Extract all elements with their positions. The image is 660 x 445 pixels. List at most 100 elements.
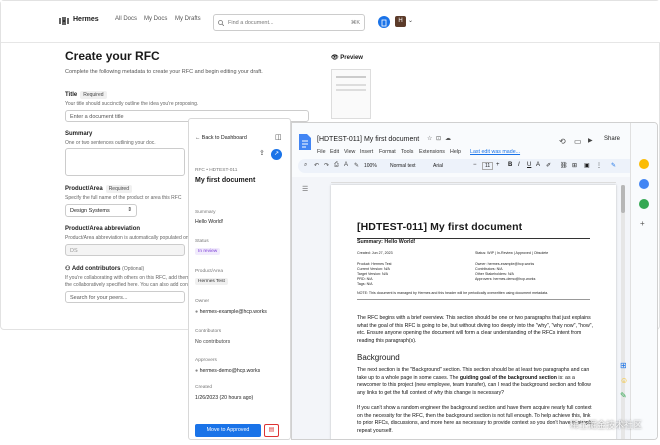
undo-icon[interactable]: ↶: [314, 162, 319, 169]
menu-insert[interactable]: Insert: [360, 149, 373, 155]
open-link-icon[interactable]: ↗: [271, 149, 282, 160]
spellcheck-icon[interactable]: A: [344, 162, 348, 168]
formatting-toolbar: ⌕ ↶ ↷ ⎙ A ✎ 100% Normal text Arial − 11 …: [298, 159, 653, 173]
back-to-dashboard-link[interactable]: ← Back to Dashboard: [195, 135, 247, 141]
doc-heading: [HDTEST-011] My first document: [357, 221, 523, 233]
link-icon[interactable]: ⛓: [560, 162, 568, 169]
status-label: Status: [195, 239, 209, 244]
background-paragraph: The next section is the "Background" sec…: [357, 367, 591, 396]
add-comment-float-icon[interactable]: ⊞: [620, 361, 627, 370]
editing-mode-icon[interactable]: ✎: [611, 162, 616, 169]
image-icon[interactable]: ▣: [584, 162, 590, 169]
approvers-value[interactable]: ● hermes-demo@hcp.works: [195, 368, 260, 374]
redo-icon[interactable]: ↷: [324, 162, 329, 169]
menu-file[interactable]: File: [317, 149, 326, 155]
sidebar-toggle-icon[interactable]: ◫: [275, 133, 282, 141]
paint-format-icon[interactable]: ✎: [354, 162, 359, 169]
user-avatar[interactable]: H: [395, 16, 406, 27]
bold-icon[interactable]: B: [508, 162, 512, 168]
owner-label: Owner: [195, 299, 210, 304]
zoom-select[interactable]: 100%: [364, 163, 377, 169]
abbr-label: Product/Area abbreviation: [65, 226, 141, 232]
scrollbar[interactable]: [621, 185, 625, 439]
contributors-search-input[interactable]: Search for your peers...: [65, 291, 185, 303]
nav-my-drafts[interactable]: My Drafts: [175, 16, 201, 22]
tasks-icon[interactable]: [639, 199, 649, 209]
header-tags: Tags: N/A: [357, 282, 373, 286]
keep-icon[interactable]: [639, 179, 649, 189]
background-heading: Background: [357, 353, 400, 362]
add-on-icon[interactable]: +: [640, 219, 645, 228]
menu-tools[interactable]: Tools: [401, 149, 413, 155]
print-icon[interactable]: ⎙: [334, 162, 339, 169]
contributors-help-2: the collaboratively specified here. You …: [65, 282, 193, 288]
contributors-value[interactable]: No contributors: [195, 339, 230, 345]
title-help: Your title should succinctly outline the…: [65, 101, 199, 107]
share-icon[interactable]: ⇪: [259, 149, 265, 157]
summary-help: One or two sentences outlining your doc.: [65, 140, 156, 146]
background-paragraph-2: If you can't show a random engineer the …: [357, 405, 593, 434]
ruler[interactable]: [331, 177, 616, 183]
menu-extensions[interactable]: Extensions: [419, 149, 445, 155]
decrease-font-icon[interactable]: −: [473, 162, 477, 168]
suggest-edit-icon[interactable]: ✎: [620, 391, 627, 400]
more-icon[interactable]: ⋮: [596, 162, 602, 169]
doc-id: RFC • HDTEST-011: [195, 168, 238, 173]
outline-icon[interactable]: ☰: [302, 185, 308, 193]
chevron-down-icon[interactable]: ⌄: [408, 17, 413, 24]
style-select[interactable]: Normal text: [390, 163, 416, 169]
product-select[interactable]: Design Systems ⇕: [65, 204, 137, 217]
font-select[interactable]: Arial: [433, 163, 443, 169]
new-doc-button[interactable]: [378, 16, 390, 28]
document-icon: [381, 19, 387, 27]
increase-font-icon[interactable]: +: [496, 162, 500, 168]
comment-icon[interactable]: ▭: [574, 137, 582, 146]
brand-name[interactable]: Hermes: [73, 16, 99, 23]
archive-button[interactable]: ▤: [264, 424, 279, 437]
eye-icon: 👁︎: [331, 55, 341, 61]
menu-view[interactable]: View: [344, 149, 355, 155]
text-color-icon[interactable]: A: [536, 162, 540, 168]
underline-icon[interactable]: U: [527, 162, 531, 168]
page-title: Create your RFC: [65, 49, 160, 63]
search-menus-icon[interactable]: ⌕: [304, 162, 307, 169]
summary-value[interactable]: Hello World!: [195, 219, 223, 225]
watermark: 稀土掘金技术社区: [570, 420, 643, 430]
google-docs-window: [HDTEST-011] My first document ☆ ⊡ ☁ Fil…: [291, 122, 658, 440]
summary-label: Summary: [65, 131, 93, 137]
move-to-approved-button[interactable]: Move to Approved: [195, 424, 261, 437]
history-icon[interactable]: ⟲: [559, 137, 566, 146]
summary-line: Summary: Hello World!: [357, 239, 416, 245]
menu-edit[interactable]: Edit: [330, 149, 339, 155]
hermes-logo-icon: [59, 17, 69, 25]
header-approvers: Approvers: hermes-demo@hcp.works: [475, 277, 536, 281]
menu-help[interactable]: Help: [450, 149, 461, 155]
summary-textarea[interactable]: [65, 148, 185, 176]
nav-my-docs[interactable]: My Docs: [144, 16, 167, 22]
last-edit-link[interactable]: Last edit was made...: [470, 149, 520, 155]
star-icon[interactable]: ☆: [427, 135, 432, 142]
folder-icon[interactable]: ⊡: [436, 135, 441, 142]
share-button[interactable]: Share: [604, 136, 620, 142]
nav-all-docs[interactable]: All Docs: [115, 16, 137, 22]
header-status: Status: WIP | In-Review | Approved | Obs…: [475, 251, 549, 255]
italic-icon[interactable]: I: [518, 162, 520, 168]
document-title[interactable]: [HDTEST-011] My first document: [317, 136, 419, 143]
header-note: NOTE: This document is managed by Hermes…: [357, 291, 549, 295]
search-icon: [218, 20, 224, 26]
add-comment-icon[interactable]: ⊞: [572, 162, 577, 169]
menu-format[interactable]: Format: [379, 149, 396, 155]
calendar-icon[interactable]: [639, 159, 649, 169]
google-docs-icon[interactable]: [298, 133, 312, 151]
font-size-input[interactable]: 11: [482, 162, 494, 170]
document-page[interactable]: [HDTEST-011] My first document Summary: …: [331, 185, 616, 439]
cloud-icon[interactable]: ☁: [445, 135, 451, 142]
meet-icon[interactable]: ▶: [588, 137, 593, 144]
highlight-icon[interactable]: ✐: [546, 162, 551, 169]
approvers-label: Approvers: [195, 358, 217, 363]
contributors-help-1: If you're collaborating with others on t…: [65, 275, 190, 281]
emoji-icon[interactable]: ☺: [620, 376, 628, 385]
search-input[interactable]: Find a document... ⌘K: [213, 14, 365, 31]
status-badge: In review: [195, 248, 221, 255]
scrollbar-thumb[interactable]: [621, 185, 625, 213]
